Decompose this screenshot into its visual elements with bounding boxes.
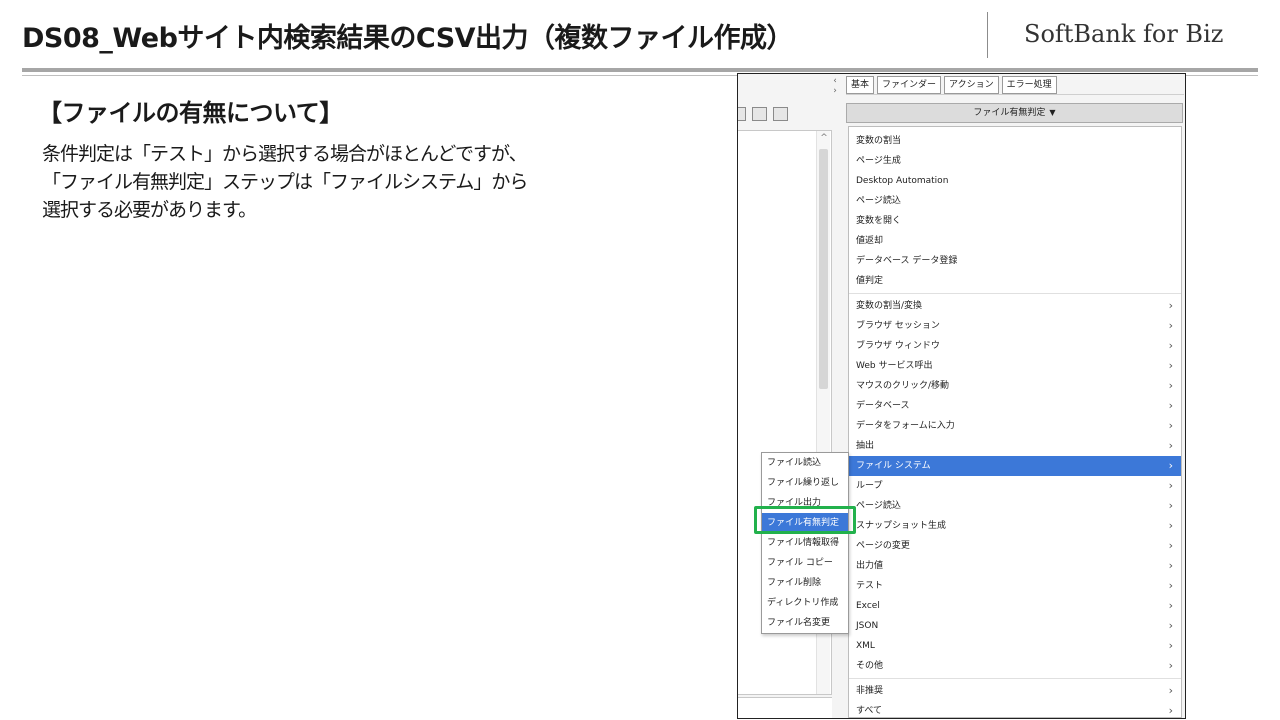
menu-item[interactable]: Web サービス呼出 bbox=[849, 356, 1181, 376]
menu-item[interactable]: テスト bbox=[849, 576, 1181, 596]
submenu-item[interactable]: ファイル コピー bbox=[762, 553, 848, 573]
submenu-item[interactable]: ファイル繰り返し bbox=[762, 473, 848, 493]
tab-scroll-left-icon[interactable]: ‹ bbox=[830, 76, 840, 86]
tab-scroll-arrows[interactable]: ‹ › bbox=[830, 76, 840, 96]
app-screenshot: ‹ › 基本 ファインダー アクション エラー処理 ^ ファイル有無判定 ▼ 変数… bbox=[737, 73, 1186, 719]
select-icon[interactable] bbox=[773, 107, 788, 121]
tab-error-handling[interactable]: エラー処理 bbox=[1001, 76, 1057, 94]
step-menu: 変数の割当 ページ生成 Desktop Automation ページ読込 変数を… bbox=[848, 126, 1182, 718]
panel-footer bbox=[738, 697, 832, 718]
section-heading: 【ファイルの有無について】 bbox=[38, 99, 343, 127]
title-separator bbox=[987, 12, 988, 58]
body-line: 選択する必要があります。 bbox=[42, 199, 257, 221]
scroll-up-icon[interactable]: ^ bbox=[817, 133, 831, 143]
submenu-item[interactable]: ファイル情報取得 bbox=[762, 533, 848, 553]
menu-item[interactable]: ページ読込 bbox=[849, 496, 1181, 516]
paste-icon[interactable] bbox=[738, 107, 746, 121]
menu-item[interactable]: ブラウザ セッション bbox=[849, 316, 1181, 336]
tab-finder[interactable]: ファインダー bbox=[877, 76, 942, 94]
highlight-box bbox=[754, 506, 856, 534]
menu-item[interactable]: 変数の割当/変換 bbox=[849, 296, 1181, 316]
menu-item[interactable]: 非推奨 bbox=[849, 681, 1181, 701]
menu-item[interactable]: 抽出 bbox=[849, 436, 1181, 456]
submenu-item[interactable]: ファイル読込 bbox=[762, 453, 848, 473]
slide-title: DS08_Webサイト内検索結果のCSV出力（複数ファイル作成） bbox=[22, 23, 794, 54]
menu-item[interactable]: XML bbox=[849, 636, 1181, 656]
tab-action[interactable]: アクション bbox=[944, 76, 999, 94]
menu-item[interactable]: 変数を開く bbox=[849, 211, 1181, 231]
chevron-down-icon: ▼ bbox=[1049, 108, 1056, 117]
menu-item[interactable]: ページの変更 bbox=[849, 536, 1181, 556]
menu-item[interactable]: その他 bbox=[849, 656, 1181, 676]
header-rule bbox=[22, 68, 1258, 72]
tab-basic[interactable]: 基本 bbox=[846, 76, 875, 94]
menu-item[interactable]: すべて bbox=[849, 701, 1181, 717]
menu-item[interactable]: JSON bbox=[849, 616, 1181, 636]
menu-item[interactable]: データをフォームに入力 bbox=[849, 416, 1181, 436]
body-text: 条件判定は「テスト」から選択する場合がほとんどですが、 「ファイル有無判定」ステ… bbox=[42, 140, 682, 224]
menu-item[interactable]: 値返却 bbox=[849, 231, 1181, 251]
tab-underline bbox=[846, 94, 1184, 95]
tab-bar: 基本 ファインダー アクション エラー処理 bbox=[846, 76, 1060, 94]
menu-item[interactable]: データベース bbox=[849, 396, 1181, 416]
toolbar bbox=[738, 107, 788, 121]
menu-item[interactable]: ブラウザ ウィンドウ bbox=[849, 336, 1181, 356]
menu-item[interactable]: 値判定 bbox=[849, 271, 1181, 291]
menu-item[interactable]: ループ bbox=[849, 476, 1181, 496]
scroll-thumb[interactable] bbox=[819, 149, 828, 389]
submenu-item[interactable]: ディレクトリ作成 bbox=[762, 593, 848, 613]
menu-divider bbox=[849, 293, 1181, 294]
body-line: 「ファイル有無判定」ステップは「ファイルシステム」から bbox=[42, 171, 528, 193]
menu-item[interactable]: マウスのクリック/移動 bbox=[849, 376, 1181, 396]
submenu-item[interactable]: ファイル削除 bbox=[762, 573, 848, 593]
tab-scroll-right-icon[interactable]: › bbox=[830, 86, 840, 96]
menu-item-file-system[interactable]: ファイル システム bbox=[849, 456, 1181, 476]
menu-item[interactable]: ページ読込 bbox=[849, 191, 1181, 211]
menu-item[interactable]: スナップショット生成 bbox=[849, 516, 1181, 536]
file-system-submenu: ファイル読込 ファイル繰り返し ファイル出力 ファイル有無判定 ファイル情報取得… bbox=[761, 452, 849, 634]
menu-item[interactable]: Excel bbox=[849, 596, 1181, 616]
brand-logo-text: SoftBank for Biz bbox=[1024, 20, 1224, 48]
dropdown-label: ファイル有無判定 bbox=[973, 108, 1046, 118]
menu-item[interactable]: ページ生成 bbox=[849, 151, 1181, 171]
body-line: 条件判定は「テスト」から選択する場合がほとんどですが、 bbox=[42, 143, 528, 165]
submenu-item[interactable]: ファイル名変更 bbox=[762, 613, 848, 633]
step-type-dropdown[interactable]: ファイル有無判定 ▼ bbox=[846, 103, 1183, 123]
menu-item[interactable]: データベース データ登録 bbox=[849, 251, 1181, 271]
menu-divider bbox=[849, 678, 1181, 679]
copy-icon[interactable] bbox=[752, 107, 767, 121]
menu-item[interactable]: 出力値 bbox=[849, 556, 1181, 576]
menu-item[interactable]: Desktop Automation bbox=[849, 171, 1181, 191]
menu-item[interactable]: 変数の割当 bbox=[849, 131, 1181, 151]
